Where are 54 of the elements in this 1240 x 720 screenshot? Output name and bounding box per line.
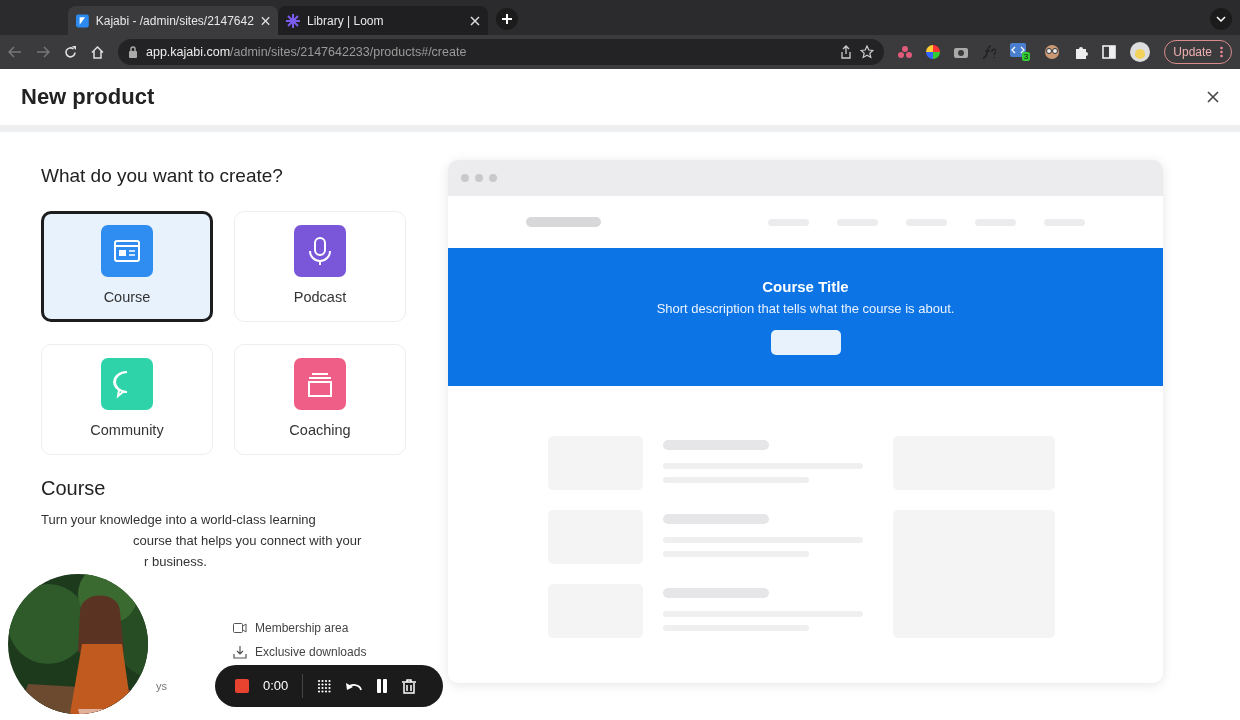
recording-timer: 0:00 [263, 677, 289, 696]
description-text: course that helps you connect with your [133, 532, 362, 548]
address-bar[interactable]: app.kajabi.com/admin/sites/2147642233/products#/create [118, 39, 885, 65]
product-type-card[interactable]: Community [41, 343, 213, 455]
app-logo-icon [76, 13, 89, 28]
product-type-card[interactable]: Podcast [234, 210, 406, 322]
camera-icon[interactable] [954, 46, 969, 58]
star-icon[interactable] [860, 45, 875, 59]
back-icon[interactable] [8, 46, 22, 58]
hero-description: Short description that tells what the course is about. [656, 299, 955, 318]
feature-label: Exclusive downloads [255, 643, 367, 661]
pause-icon[interactable] [376, 679, 389, 693]
feature-label: ys [156, 678, 167, 694]
hero-button[interactable] [770, 330, 841, 355]
product-type-card[interactable]: Course [41, 210, 213, 322]
reload-icon[interactable] [64, 45, 77, 59]
code-icon[interactable] [1010, 43, 1027, 57]
more-icon [1220, 46, 1223, 58]
undo-icon[interactable] [346, 680, 363, 692]
color-wheel-icon[interactable] [926, 45, 941, 59]
glasses-icon[interactable] [1044, 45, 1061, 59]
page-title: New product [21, 83, 155, 111]
trash-icon[interactable] [402, 678, 417, 694]
video-icon [233, 620, 247, 635]
avatar-icon[interactable] [1130, 42, 1151, 62]
hero-title: Course Title [762, 277, 849, 297]
url-text: app.kajabi.com/admin/sites/2147642233/products#/create [146, 43, 468, 61]
section-heading: What do you want to create? [41, 164, 284, 188]
download-icon [233, 644, 247, 659]
feature-label: Membership area [255, 619, 349, 637]
description-text: Turn your knowledge into a world-class learning [41, 511, 316, 527]
starburst-icon [286, 13, 300, 28]
chevron-down-icon [1216, 16, 1226, 22]
home-icon[interactable] [91, 45, 104, 59]
lock-icon [128, 46, 138, 58]
product-type-card[interactable]: Coaching [234, 343, 406, 455]
dots-icon[interactable] [898, 45, 913, 59]
browser-tab[interactable]: Library | Loom [278, 6, 488, 35]
share-icon[interactable] [840, 45, 853, 59]
window-dot [489, 174, 497, 182]
sidebar-icon[interactable] [1102, 45, 1117, 59]
window-dot [475, 174, 483, 182]
close-icon[interactable] [1207, 91, 1219, 103]
puzzle-icon[interactable] [1074, 45, 1089, 59]
section-heading: Course [41, 475, 107, 501]
tab-search-button[interactable] [1210, 8, 1232, 30]
browser-tab[interactable]: Kajabi - /admin/sites/2147642 [68, 6, 278, 35]
forward-icon[interactable] [36, 46, 50, 58]
grid-icon[interactable] [317, 678, 333, 694]
plus-icon [502, 14, 512, 24]
window-dot [461, 174, 469, 182]
new-tab-button[interactable] [496, 8, 518, 30]
description-text: r business. [144, 553, 207, 569]
count-badge: 3 [1021, 52, 1031, 61]
